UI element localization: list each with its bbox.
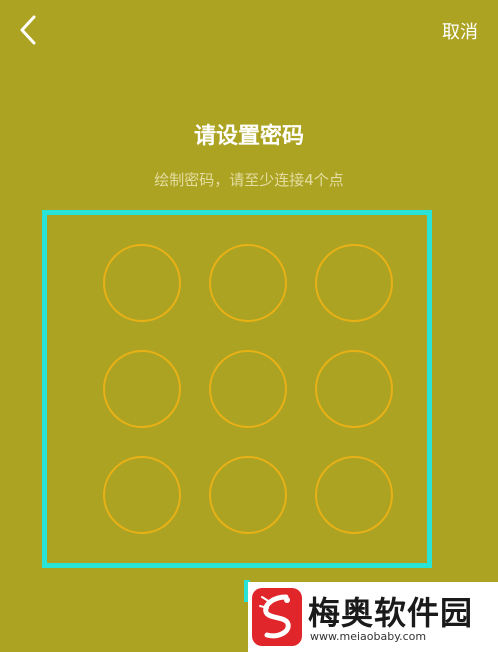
page-subtitle: 绘制密码，请至少连接4个点 <box>154 171 344 189</box>
back-button[interactable] <box>14 12 44 48</box>
watermark: 梅奥软件园 www.meiaobaby.com <box>248 582 498 652</box>
watermark-name: 梅奥软件园 <box>308 594 474 632</box>
page-title: 请设置密码 <box>193 124 304 149</box>
pattern-dot-5[interactable] <box>209 350 287 428</box>
pattern-dot-8[interactable] <box>209 456 287 534</box>
pattern-dot-9[interactable] <box>315 456 393 534</box>
pattern-dot-7[interactable] <box>103 456 181 534</box>
dragon-logo-icon <box>252 588 302 646</box>
pattern-dot-6[interactable] <box>315 350 393 428</box>
pattern-dot-2[interactable] <box>209 244 287 322</box>
pattern-dot-4[interactable] <box>103 350 181 428</box>
pattern-dot-3[interactable] <box>315 244 393 322</box>
chevron-left-icon <box>20 15 36 45</box>
pattern-dot-1[interactable] <box>103 244 181 322</box>
cancel-button[interactable]: 取消 <box>442 18 478 44</box>
watermark-url: www.meiaobaby.com <box>310 630 427 643</box>
